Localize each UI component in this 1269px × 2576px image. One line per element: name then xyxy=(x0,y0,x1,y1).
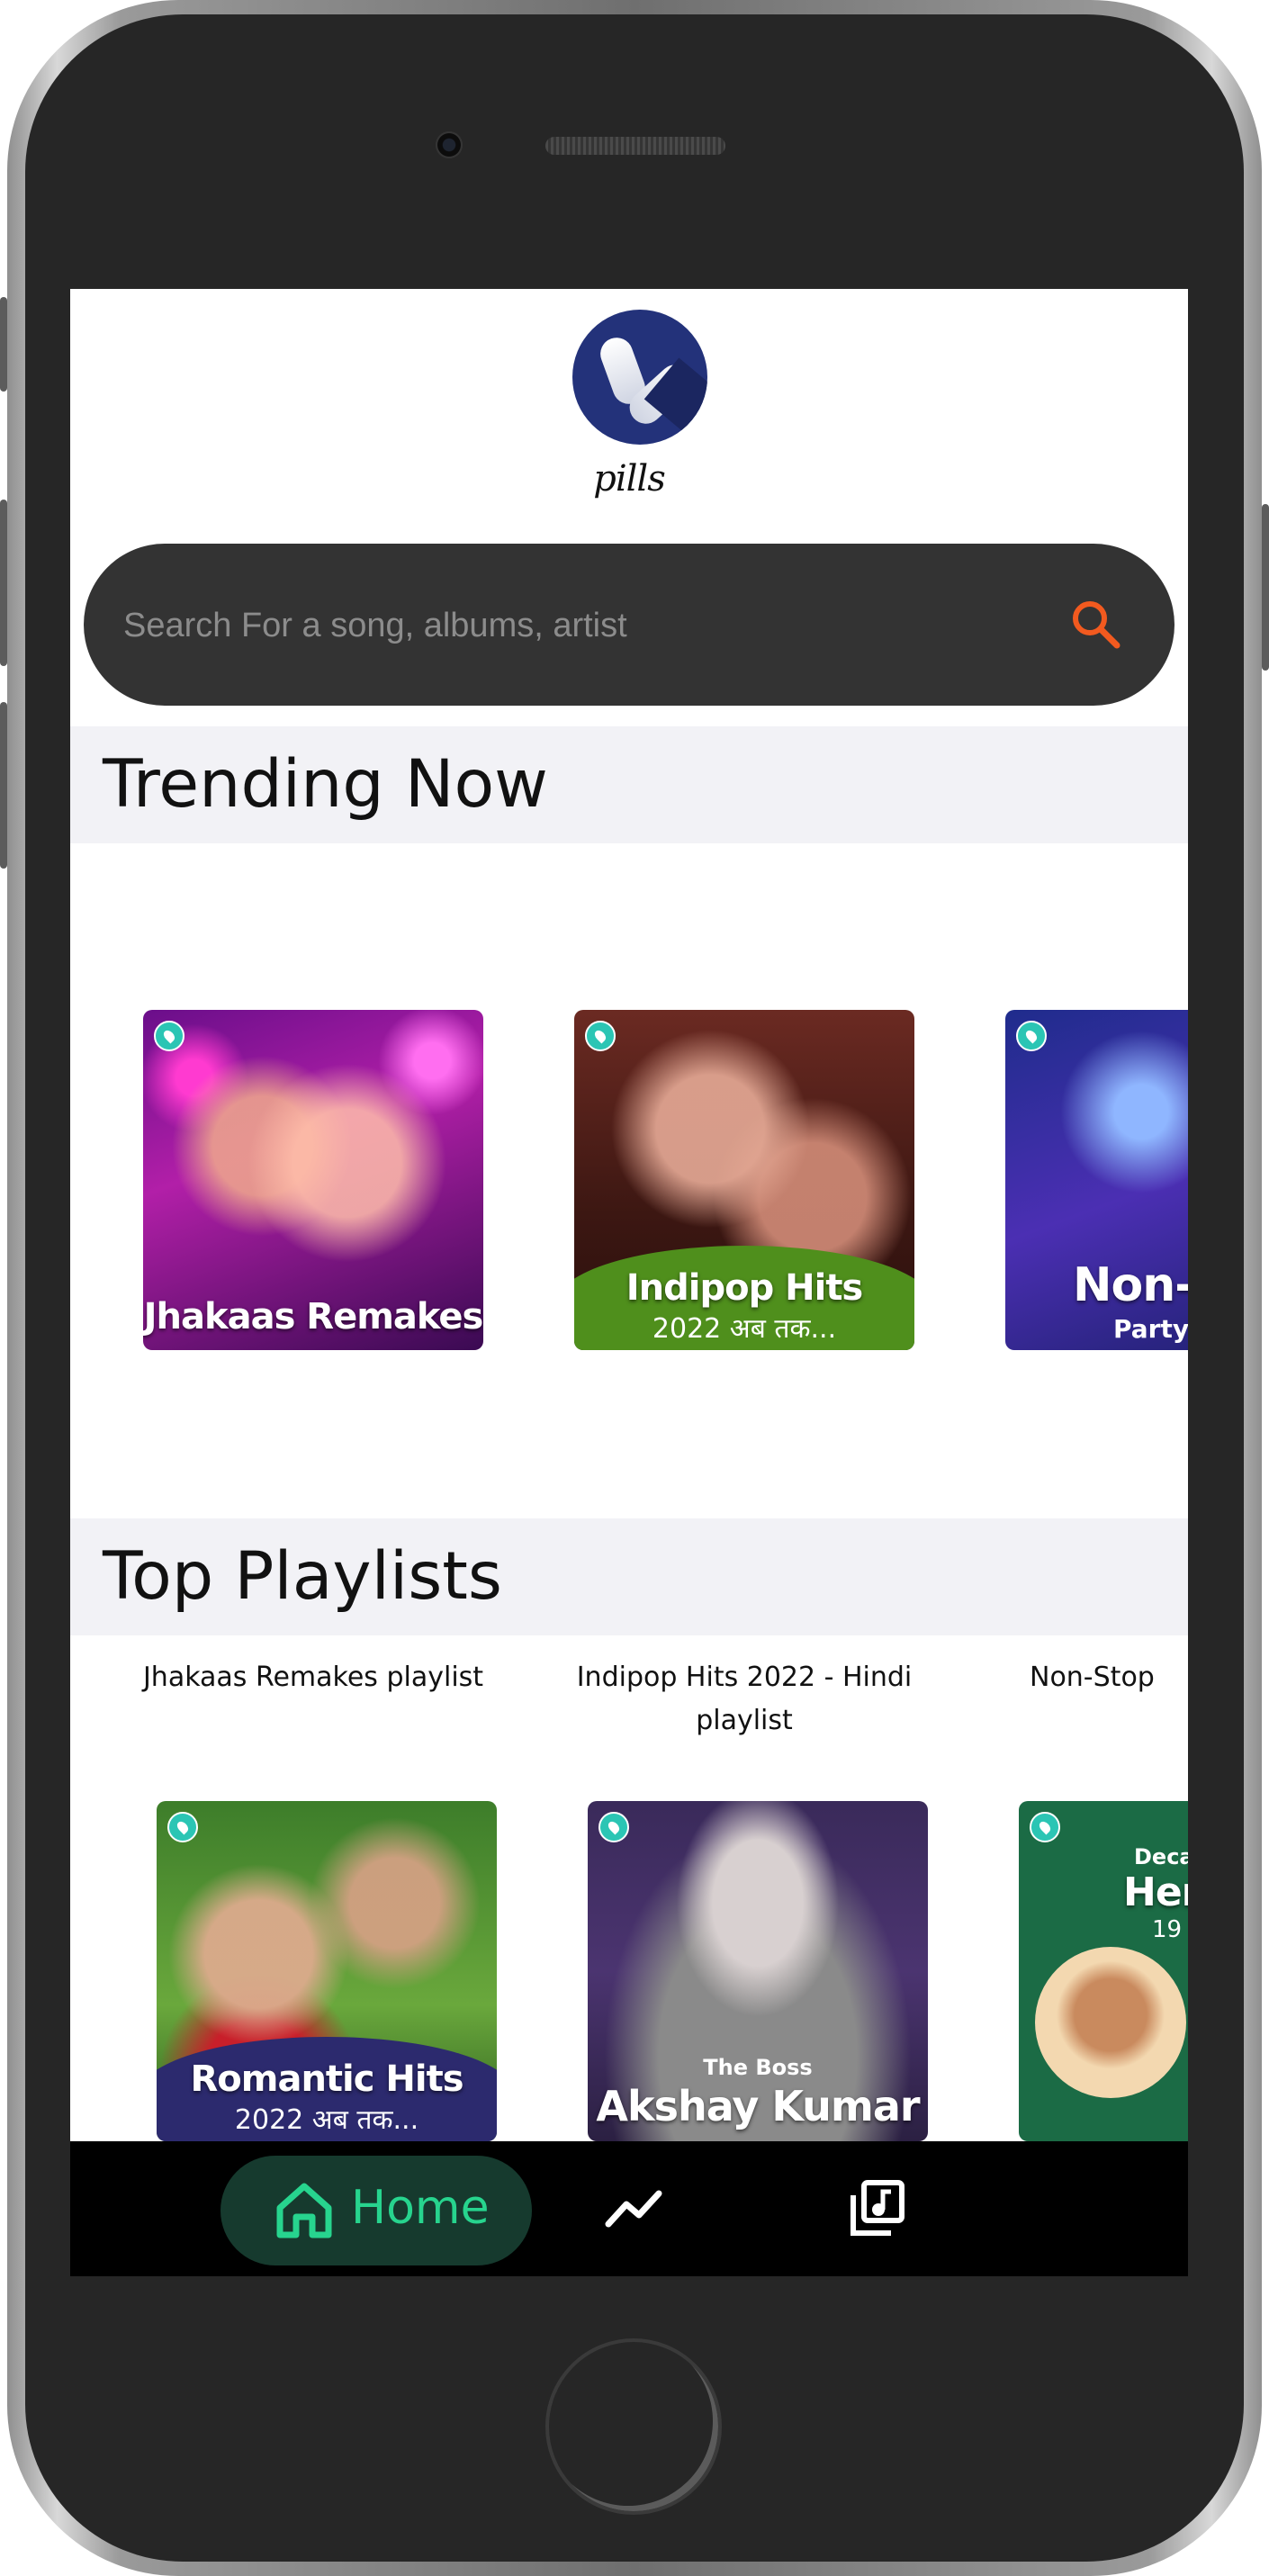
trending-title: Trending Now xyxy=(103,746,548,823)
brand-name: pills xyxy=(593,458,666,500)
trending-card-jhakaas-remakes[interactable]: Jhakaas Remakes xyxy=(143,1010,483,1350)
cover-kicker: Deca xyxy=(1134,1844,1188,1869)
jiosaavn-logo-icon xyxy=(154,1021,184,1051)
cover-title: Her xyxy=(1123,1869,1188,1915)
cover-portrait xyxy=(1035,1947,1186,2098)
playlist-card-akshay-kumar[interactable]: The Boss Akshay Kumar xyxy=(588,1801,928,2141)
home-icon xyxy=(276,2183,332,2238)
top-playlists-header: Top Playlists xyxy=(70,1518,1188,1635)
nav-trending-button[interactable] xyxy=(603,2177,666,2240)
top-playlists-title: Top Playlists xyxy=(103,1538,502,1615)
volume-down-button xyxy=(0,702,7,869)
cover-title: Akshay Kumar xyxy=(596,2082,920,2130)
library-music-icon xyxy=(850,2180,904,2236)
app-logo xyxy=(572,310,707,445)
trending-icon xyxy=(605,2190,662,2228)
cover-title: Jhakaas Remakes xyxy=(143,1296,483,1338)
volume-up-button xyxy=(0,500,7,666)
jiosaavn-logo-icon xyxy=(167,1812,198,1842)
logo-shadow xyxy=(644,357,707,445)
trending-card-non-stop[interactable]: Non- Party xyxy=(1005,1010,1188,1350)
cover-subtitle: 2022 अब तक... xyxy=(234,2104,419,2136)
trending-caption-2: Indipop Hits 2022 - Hindi playlist xyxy=(576,1662,913,1736)
playlist-card-romantic-hits[interactable]: Romantic Hits 2022 अब तक... xyxy=(157,1801,497,2141)
jiosaavn-logo-icon xyxy=(585,1021,616,1051)
jiosaavn-logo-icon xyxy=(598,1812,629,1842)
trending-card-indipop-hits[interactable]: Indipop Hits 2022 अब तक... xyxy=(574,1010,914,1350)
nav-home-button[interactable]: Home xyxy=(220,2156,532,2265)
home-hardware-button[interactable] xyxy=(545,2338,722,2515)
search-bar xyxy=(84,544,1174,706)
cover-title: Non- xyxy=(1073,1258,1188,1312)
cover-title: Romantic Hits xyxy=(190,2058,464,2100)
cover-subtitle: 19 xyxy=(1152,1916,1183,1943)
power-button xyxy=(1262,504,1269,671)
trending-header: Trending Now xyxy=(70,726,1188,843)
nav-library-button[interactable] xyxy=(846,2177,909,2240)
earpiece-speaker xyxy=(545,137,725,155)
playlist-card-decades-heroes[interactable]: Deca Her 19 xyxy=(1019,1801,1188,2141)
jiosaavn-logo-icon xyxy=(1016,1021,1047,1051)
search-button[interactable] xyxy=(1065,593,1128,656)
bottom-navigation: Home xyxy=(70,2141,1188,2276)
app-screen: pills Trending Now Jhakaas Remakes Jhaka… xyxy=(70,289,1188,2276)
trending-caption-3: Non-Stop xyxy=(1030,1662,1155,1693)
cover-title: Indipop Hits xyxy=(626,1267,864,1309)
cover-kicker: The Boss xyxy=(703,2055,813,2080)
jiosaavn-logo-icon xyxy=(1030,1812,1060,1842)
nav-home-label: Home xyxy=(351,2181,490,2235)
trending-caption-1: Jhakaas Remakes playlist xyxy=(142,1662,484,1693)
cover-subtitle: Party xyxy=(1113,1314,1188,1344)
mute-switch xyxy=(0,297,7,392)
search-icon xyxy=(1073,601,1120,649)
search-input[interactable] xyxy=(122,589,1025,662)
front-camera xyxy=(436,131,463,158)
cover-subtitle: 2022 अब तक... xyxy=(652,1313,837,1345)
